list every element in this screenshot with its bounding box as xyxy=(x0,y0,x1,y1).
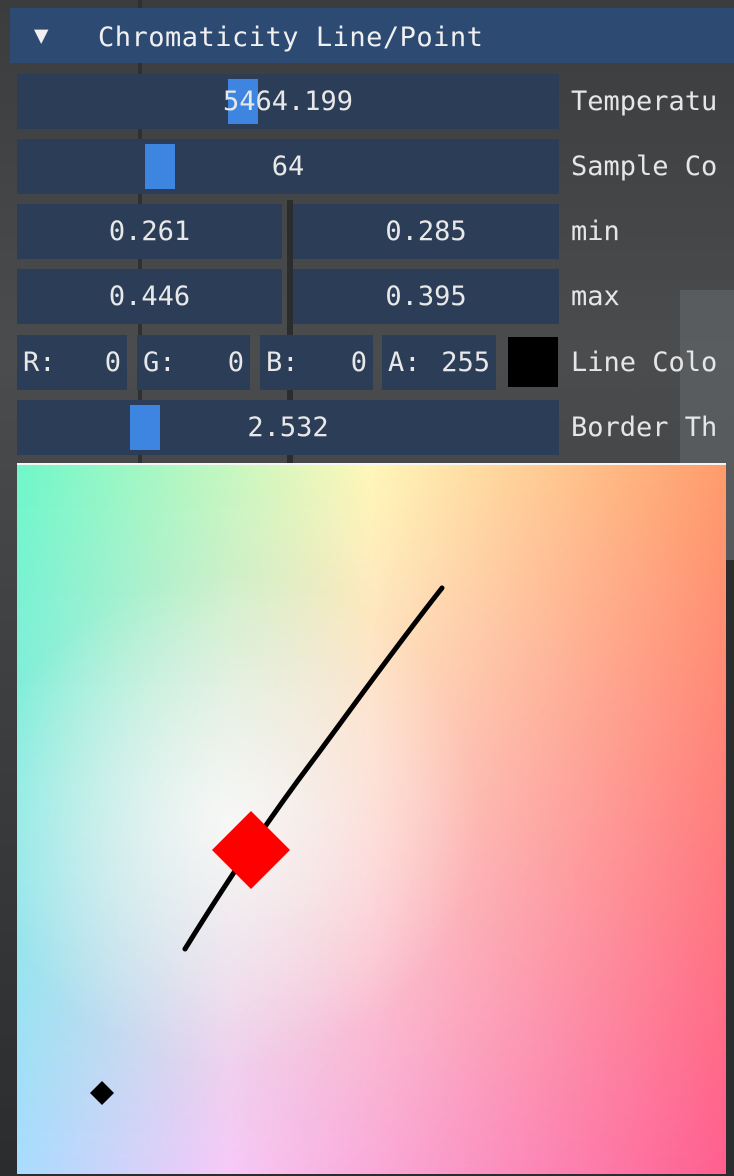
chromaticity-plot[interactable] xyxy=(17,465,726,1174)
b-key: B: xyxy=(266,347,299,378)
g-value: 0 xyxy=(227,347,244,378)
min-x-input[interactable]: 0.261 xyxy=(17,204,282,259)
line-color-swatch[interactable] xyxy=(508,337,558,387)
min-y-input[interactable]: 0.285 xyxy=(293,204,559,259)
a-value: 255 xyxy=(441,347,490,378)
max-label: max xyxy=(571,281,620,312)
border-thickness-value: 2.532 xyxy=(247,412,329,443)
border-thickness-slider[interactable]: 2.532 xyxy=(17,400,559,455)
line-color-b-input[interactable]: B: 0 xyxy=(260,335,373,390)
min-label: min xyxy=(571,216,620,247)
sample-count-value: 64 xyxy=(271,151,305,182)
border-thickness-slider-grab[interactable] xyxy=(130,405,160,450)
b-value: 0 xyxy=(350,347,367,378)
g-key: G: xyxy=(143,347,176,378)
line-color-label: Line Colo xyxy=(571,347,718,378)
temperature-slider[interactable]: 5464.199 xyxy=(17,74,559,129)
a-key: A: xyxy=(388,347,421,378)
temperature-value: 5464.199 xyxy=(222,86,354,117)
border-thickness-label: Border Th xyxy=(571,412,718,443)
r-value: 0 xyxy=(104,347,121,378)
sample-count-label: Sample Co xyxy=(571,151,718,182)
sample-count-slider-grab[interactable] xyxy=(145,144,175,189)
chromaticity-canvas xyxy=(17,465,726,1174)
r-key: R: xyxy=(23,347,56,378)
sample-count-slider[interactable]: 64 xyxy=(17,139,559,194)
line-color-a-input[interactable]: A: 255 xyxy=(382,335,496,390)
line-color-r-input[interactable]: R: 0 xyxy=(17,335,127,390)
max-y-input[interactable]: 0.395 xyxy=(293,269,559,324)
collapse-triangle-icon[interactable]: ▼ xyxy=(34,21,48,49)
chromaticity-section-header[interactable]: ▼ Chromaticity Line/Point xyxy=(10,8,734,63)
section-title: Chromaticity Line/Point xyxy=(98,22,484,53)
temperature-label: Temperatu xyxy=(571,86,718,117)
max-x-input[interactable]: 0.446 xyxy=(17,269,282,324)
line-color-g-input[interactable]: G: 0 xyxy=(137,335,250,390)
